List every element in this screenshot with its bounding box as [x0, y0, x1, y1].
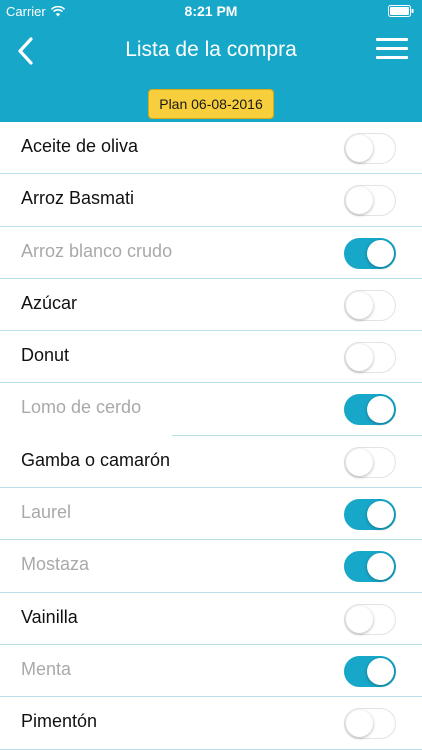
list-item-label: Aceite de oliva — [21, 136, 139, 156]
toggle-knob — [346, 710, 373, 738]
item-toggle-switch[interactable] — [344, 655, 396, 687]
item-toggle-switch[interactable] — [344, 499, 396, 531]
list-item-label: Arroz Basmati — [21, 188, 135, 209]
list-item-label: Menta — [21, 658, 72, 679]
list-item: Pimentón — [0, 697, 422, 750]
toggle-knob — [346, 448, 373, 476]
item-toggle-switch[interactable] — [344, 708, 396, 740]
hamburger-menu-icon — [376, 38, 408, 41]
list-item-label: Pimentón — [21, 711, 98, 732]
toggle-knob — [346, 344, 373, 372]
plan-date-badge[interactable]: Plan 06-08-2016 — [148, 89, 274, 119]
list-item-label: Mostaza — [21, 554, 90, 575]
item-toggle-switch[interactable] — [344, 342, 396, 374]
hamburger-line — [376, 47, 408, 50]
item-toggle-switch[interactable] — [344, 603, 396, 635]
toggle-knob — [346, 291, 373, 319]
battery-icon — [388, 5, 414, 17]
list-item: Gamba o camarón — [0, 436, 422, 489]
list-item-label: Azúcar — [21, 292, 78, 313]
item-toggle-switch[interactable] — [344, 446, 396, 478]
toggle-knob — [367, 239, 394, 267]
toggle-knob — [346, 187, 373, 215]
list-item: Laurel — [0, 488, 422, 541]
list-item-label: Gamba o camarón — [21, 449, 171, 470]
toggle-knob — [346, 135, 373, 162]
list-item: Vainilla — [0, 593, 422, 645]
list-item: Lomo de cerdo — [0, 383, 422, 437]
navigation-bar: Lista de la compra Plan 06-08-2016 — [0, 22, 422, 122]
item-toggle-switch[interactable] — [344, 289, 396, 321]
list-item: Donut — [0, 331, 422, 384]
back-button[interactable] — [10, 34, 40, 68]
toggle-knob — [346, 605, 373, 633]
list-item: Arroz blanco crudo — [0, 227, 422, 279]
item-toggle-switch[interactable] — [344, 551, 396, 583]
list-item: Menta — [0, 645, 422, 698]
shopping-list: Aceite de oliva Arroz Basmati Arroz blanco… — [0, 122, 422, 750]
item-toggle-switch[interactable] — [344, 133, 396, 164]
list-item-label: Arroz blanco crudo — [21, 240, 173, 261]
list-item-label: Lomo de cerdo — [21, 397, 142, 418]
status-time: 8:21 PM — [184, 3, 238, 19]
list-item-label: Laurel — [21, 502, 72, 523]
list-item: Azúcar — [0, 279, 422, 332]
list-item: Aceite de oliva — [0, 122, 422, 175]
toggle-knob — [367, 396, 394, 424]
list-item: Mostaza — [0, 540, 422, 593]
menu-button[interactable] — [376, 38, 408, 62]
page-title: Lista de la compra — [125, 38, 297, 61]
hamburger-line — [376, 56, 408, 59]
list-item-label: Vainilla — [21, 606, 78, 627]
item-toggle-switch[interactable] — [344, 237, 396, 269]
toggle-knob — [367, 553, 394, 581]
item-toggle-switch[interactable] — [344, 394, 396, 426]
item-toggle-switch[interactable] — [344, 185, 396, 217]
list-item: Arroz Basmati — [0, 174, 422, 227]
status-bar: Carrier 8:21 PM — [0, 0, 422, 22]
toggle-knob — [367, 501, 394, 529]
list-item-label: Donut — [21, 345, 70, 366]
toggle-knob — [367, 657, 394, 685]
chevron-left-icon — [18, 37, 33, 65]
